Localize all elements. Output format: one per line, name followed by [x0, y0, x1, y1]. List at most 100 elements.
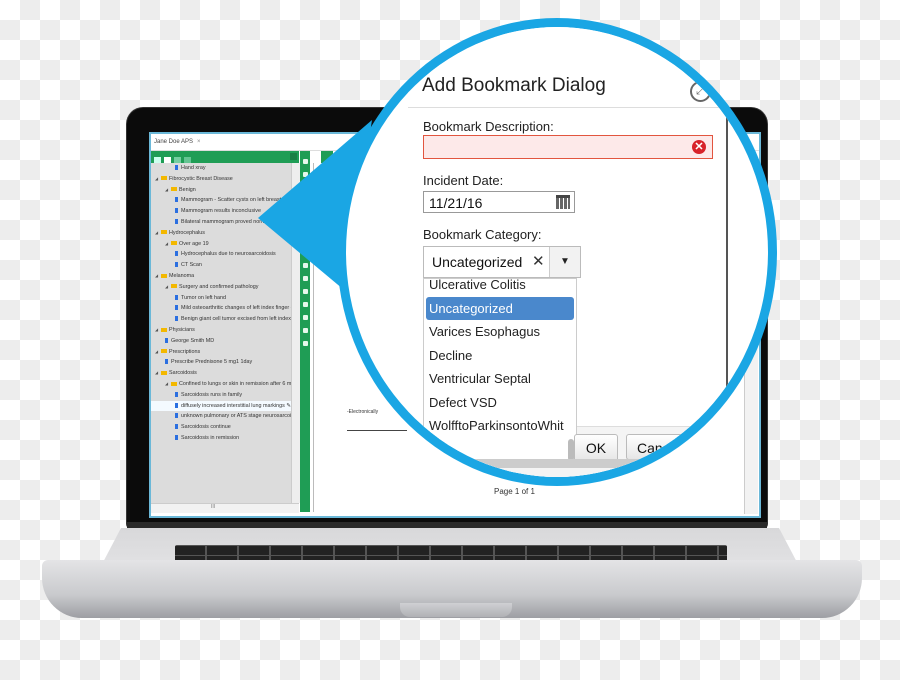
category-option[interactable]: Ventricular Septal — [424, 367, 576, 391]
category-option[interactable]: Uncategorized — [426, 296, 574, 320]
tree-vertical-scrollbar[interactable] — [291, 163, 300, 503]
bookmark-icon — [175, 219, 178, 225]
tree-item-label: Surgery and confirmed pathology — [179, 283, 259, 290]
tree-bookmark[interactable]: Prescribe Prednisone 5 mg1 1day — [151, 357, 291, 368]
circle-icon[interactable] — [302, 315, 308, 320]
ok-button[interactable]: OK — [574, 434, 618, 462]
incident-date-input[interactable]: 11/21/16 — [423, 191, 575, 213]
tree-item-label: Mammogram results inconclusive — [181, 208, 261, 215]
tree-item-label: Hydrocephalus due to neurosarcoidosis — [181, 251, 276, 258]
page-icon[interactable] — [302, 185, 308, 190]
menu-icon[interactable] — [290, 153, 297, 160]
tree-bookmark[interactable]: George Smith MD — [151, 336, 291, 347]
edit-icon[interactable]: ✎ — [285, 403, 291, 409]
tree-bookmark[interactable]: CT Scan — [151, 260, 291, 271]
contact-icon[interactable] — [302, 198, 308, 203]
folder-icon — [171, 187, 177, 192]
tree-folder[interactable]: ◢ Prescriptions — [151, 347, 291, 358]
bookmark-description-input[interactable]: ✕ — [423, 135, 713, 159]
resize-icon[interactable]: ⤢ — [690, 81, 711, 102]
tree-bookmark[interactable]: Hand xray — [151, 163, 291, 174]
search-icon[interactable] — [321, 151, 333, 163]
bookmark-icon — [175, 251, 178, 257]
tag-icon[interactable] — [302, 276, 308, 281]
folder-icon — [161, 176, 167, 181]
tree-bookmark[interactable]: Mammogram results inconclusive — [151, 206, 291, 217]
category-label: Bookmark Category: — [423, 227, 542, 242]
category-option[interactable]: Decline — [424, 344, 576, 368]
tree-bookmark[interactable]: Hydrocephalus due to neurosarcoidosis — [151, 249, 291, 260]
tree-item-label: Prescribe Prednisone 5 mg1 1day — [171, 359, 253, 366]
category-option[interactable]: Varices Esophagus — [424, 320, 576, 344]
tree-bookmark[interactable]: Sarcoidosis continue — [151, 422, 291, 433]
incident-date-label: Incident Date: — [423, 173, 504, 188]
description-label: Bookmark Description: — [423, 119, 554, 134]
tree-folder[interactable]: ◢ Physicians — [151, 325, 291, 336]
tab-close-icon[interactable]: × — [197, 139, 201, 145]
tree-bookmark[interactable]: Mammogram - Scatter cysts on left breast — [151, 195, 291, 206]
cancel-button[interactable]: Cancel — [626, 434, 696, 460]
tree-folder[interactable]: ◢ Hydrocephalus — [151, 228, 291, 239]
bookmark-icon — [175, 294, 178, 300]
tree-bookmark[interactable]: Mild osteoarthritic changes of left inde… — [151, 303, 291, 314]
square-icon[interactable] — [302, 263, 308, 268]
tree-folder[interactable]: ◢ Over age 19 — [151, 239, 291, 250]
chevron-down-icon[interactable]: ▼ — [549, 247, 580, 277]
label-icon[interactable] — [302, 302, 308, 307]
tree-bookmark[interactable]: unknown pulmonary or ATS stage neurosarc… — [151, 411, 291, 422]
tree-item-label: Mild osteoarthritic changes of left inde… — [181, 305, 291, 312]
highlighter-icon[interactable] — [302, 224, 308, 229]
tree-item-label: Fibrocystic Breast Disease — [169, 175, 233, 182]
tree-item-label: George Smith MD — [171, 337, 215, 344]
bookmark-icon — [165, 359, 168, 365]
save-icon[interactable] — [302, 159, 308, 164]
tree-horizontal-scrollbar[interactable]: III — [151, 503, 299, 513]
tree-folder[interactable]: ◢ Sarcoidosis — [151, 368, 291, 379]
bookmark-icon — [175, 435, 178, 440]
tree-folder[interactable]: ◢ Surgery and confirmed pathology — [151, 282, 291, 293]
category-option[interactable]: W — [424, 438, 576, 462]
arrow-icon[interactable] — [302, 172, 308, 177]
date-value: 11/21/16 — [429, 195, 483, 211]
comment-icon[interactable] — [302, 237, 308, 242]
category-option[interactable]: WolfftoParkinsontoWhit — [424, 414, 576, 438]
tree-bookmark[interactable]: Benign giant cell tumor excised from lef… — [151, 314, 291, 325]
tree-folder[interactable]: ◢ Benign — [151, 185, 291, 196]
tree-bookmark[interactable]: Sarcoidosis runs in family — [151, 390, 291, 401]
scroll-grip: III — [211, 504, 216, 510]
folder-icon — [161, 370, 167, 375]
tree-item-label: Benign giant cell tumor excised from lef… — [181, 316, 291, 323]
tree-bookmark[interactable]: Bilateral mammogram proved normal — [151, 217, 291, 228]
folder-icon — [161, 327, 167, 332]
tree-item-label: CT Scan — [181, 262, 202, 269]
bookmark-icon — [175, 165, 178, 171]
viewer-horizontal-scrollbar[interactable] — [354, 459, 704, 468]
tree-folder[interactable]: ◢ Melanoma — [151, 271, 291, 282]
bookmark-category-combobox[interactable]: Uncategorized ✕ ▼ — [423, 246, 581, 278]
tree-toolbar — [151, 151, 299, 164]
rectangle-icon[interactable] — [302, 250, 308, 255]
bookmark-icon — [175, 402, 178, 408]
tab-patient[interactable]: Jane Doe APS — [154, 139, 193, 145]
fullscreen-icon[interactable] — [302, 341, 308, 346]
folder-icon — [171, 381, 177, 386]
calendar-icon[interactable] — [556, 195, 570, 209]
note-icon[interactable] — [302, 211, 308, 216]
tree-item-label: Sarcoidosis runs in family — [181, 391, 243, 398]
tree-folder[interactable]: ◢ Fibrocystic Breast Disease — [151, 174, 291, 185]
category-option[interactable]: Ulcerative Colitis — [424, 279, 576, 297]
bookmark-icon — [175, 413, 178, 419]
stamp-icon[interactable] — [302, 328, 308, 333]
category-dropdown-list: Ulcerative Colitis Uncategorized Varices E… — [423, 278, 577, 468]
tree-bookmark[interactable]: Tumor on left hand — [151, 293, 291, 304]
document-text: -Electronically — [347, 409, 379, 415]
tree-item-label: Sarcoidosis — [169, 370, 197, 377]
clear-icon[interactable]: ✕ — [532, 247, 545, 277]
title-divider — [408, 107, 728, 108]
category-option[interactable]: Defect VSD — [424, 391, 576, 415]
tree-bookmark[interactable]: diffusely increased interstitial lung ma… — [151, 400, 291, 412]
tree-bookmark[interactable]: Sarcoidosis in remission — [151, 433, 291, 444]
strike-icon[interactable] — [302, 289, 308, 294]
category-value: Uncategorized — [432, 254, 523, 270]
tree-folder[interactable]: ◢ Confined to lungs or skin in remission … — [151, 379, 291, 390]
